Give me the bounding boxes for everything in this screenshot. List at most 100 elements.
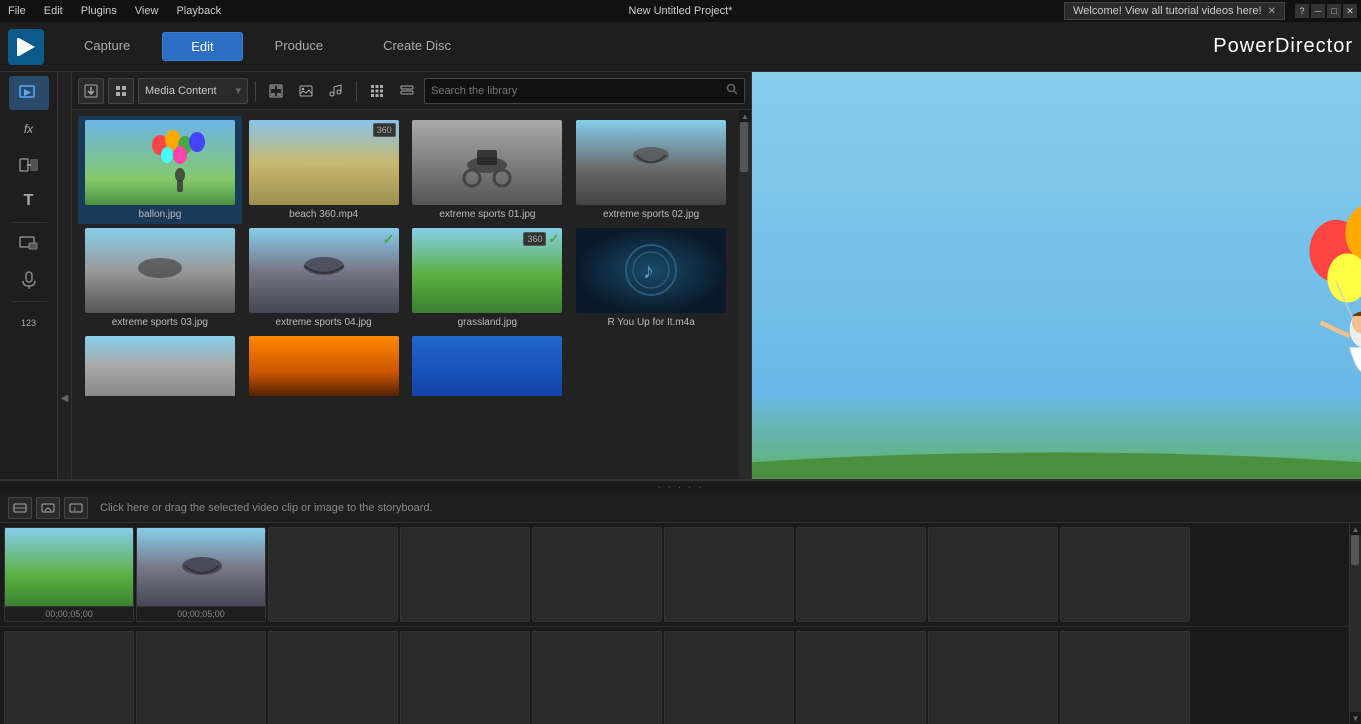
storyboard-cell[interactable] bbox=[136, 631, 266, 724]
storyboard-tracks-area: 00;00;05;00 bbox=[0, 523, 1361, 724]
minimize-button[interactable]: ─ bbox=[1311, 4, 1325, 18]
close-window-button[interactable]: ✕ bbox=[1343, 4, 1357, 18]
welcome-banner: Welcome! View all tutorial videos here! … bbox=[1064, 2, 1285, 20]
app-title: PowerDirector bbox=[1213, 35, 1353, 58]
welcome-close-button[interactable]: ✕ bbox=[1268, 6, 1276, 17]
plugin-button[interactable] bbox=[108, 78, 134, 104]
tab-create-disc[interactable]: Create Disc bbox=[355, 32, 479, 61]
media-item-label: extreme sports 01.jpg bbox=[439, 209, 535, 220]
scroll-up-button[interactable]: ▲ bbox=[739, 110, 751, 122]
view-photo-button[interactable] bbox=[293, 78, 319, 104]
search-input[interactable] bbox=[431, 85, 722, 97]
media-item-label: extreme sports 03.jpg bbox=[112, 317, 208, 328]
storyboard-cell[interactable] bbox=[928, 527, 1058, 622]
title-right-area: Welcome! View all tutorial videos here! … bbox=[1064, 2, 1357, 20]
sb-scroll-track bbox=[1350, 535, 1361, 712]
resize-handle[interactable]: · · · · · bbox=[0, 481, 1361, 493]
storyboard-cell[interactable] bbox=[1060, 527, 1190, 622]
app-header: Capture Edit Produce Create Disc PowerDi… bbox=[0, 22, 1361, 72]
storyboard-cell[interactable] bbox=[664, 631, 794, 724]
list-item[interactable]: ♪ R You Up for It.m4a bbox=[569, 224, 733, 332]
sidebar-divider bbox=[11, 222, 47, 223]
storyboard-cell[interactable] bbox=[268, 631, 398, 724]
media-thumbnail bbox=[412, 120, 562, 205]
collapse-icon: ◀ bbox=[61, 393, 69, 404]
media-thumbnail bbox=[85, 120, 235, 205]
list-item[interactable] bbox=[242, 332, 406, 425]
cell-timecode: 00;00;05;00 bbox=[5, 606, 133, 621]
storyboard-cell[interactable] bbox=[400, 527, 530, 622]
storyboard-cell[interactable]: 00;00;05;00 bbox=[136, 527, 266, 622]
menu-plugins[interactable]: Plugins bbox=[77, 3, 121, 19]
maximize-button[interactable]: □ bbox=[1327, 4, 1341, 18]
storyboard-cell[interactable] bbox=[400, 631, 530, 724]
media-thumbnail bbox=[85, 336, 235, 421]
tool-transitions[interactable] bbox=[9, 148, 49, 182]
media-thumbnail: 360 bbox=[249, 120, 399, 205]
storyboard-panel: · · · · · ♪ Click here or drag the selec… bbox=[0, 479, 1361, 724]
media-item-label: R You Up for It.m4a bbox=[607, 317, 694, 328]
storyboard-cell[interactable] bbox=[268, 527, 398, 622]
tab-capture[interactable]: Capture bbox=[56, 32, 158, 61]
list-item[interactable]: extreme sports 01.jpg bbox=[406, 116, 570, 224]
import-button[interactable] bbox=[78, 78, 104, 104]
media-item-label: beach 360.mp4 bbox=[289, 209, 358, 220]
menu-playback[interactable]: Playback bbox=[172, 3, 225, 19]
view-all-button[interactable] bbox=[263, 78, 289, 104]
chapters-icon: 123 bbox=[21, 318, 36, 328]
storyboard-cell[interactable] bbox=[532, 527, 662, 622]
list-item[interactable]: extreme sports 03.jpg bbox=[78, 224, 242, 332]
storyboard-track-1: 00;00;05;00 bbox=[0, 523, 1349, 627]
storyboard-cell[interactable] bbox=[4, 631, 134, 724]
storyboard-hint: Click here or drag the selected video cl… bbox=[100, 502, 433, 514]
storyboard-cell[interactable] bbox=[796, 631, 926, 724]
fx-icon: fx bbox=[24, 122, 33, 136]
storyboard-cell[interactable] bbox=[1060, 631, 1190, 724]
help-button[interactable]: ? bbox=[1295, 4, 1309, 18]
tab-edit[interactable]: Edit bbox=[162, 32, 242, 61]
list-item[interactable]: ✓ extreme sports 04.jpg bbox=[242, 224, 406, 332]
menu-edit[interactable]: Edit bbox=[40, 3, 67, 19]
badge-360: 360 bbox=[373, 123, 396, 137]
tool-media[interactable] bbox=[9, 76, 49, 110]
app-logo bbox=[8, 29, 44, 65]
list-item[interactable]: ballon.jpg bbox=[78, 116, 242, 224]
toolbar-separator2 bbox=[356, 81, 357, 101]
svg-text:♪: ♪ bbox=[73, 506, 77, 513]
storyboard-cell[interactable] bbox=[928, 631, 1058, 724]
tool-title[interactable]: T bbox=[9, 184, 49, 218]
list-item[interactable] bbox=[406, 332, 570, 425]
content-type-dropdown[interactable]: Media Content ▾ bbox=[138, 78, 248, 104]
media-thumbnail bbox=[85, 228, 235, 313]
menu-view[interactable]: View bbox=[131, 3, 163, 19]
storyboard-btn-3[interactable]: ♪ bbox=[64, 497, 88, 519]
tool-pip[interactable] bbox=[9, 227, 49, 261]
scroll-thumb[interactable] bbox=[740, 122, 748, 172]
view-music-button[interactable] bbox=[323, 78, 349, 104]
tab-produce[interactable]: Produce bbox=[247, 32, 351, 61]
storyboard-btn-2[interactable] bbox=[36, 497, 60, 519]
tool-voice[interactable] bbox=[9, 263, 49, 297]
sb-scroll-thumb[interactable] bbox=[1351, 535, 1359, 565]
media-item-label: extreme sports 04.jpg bbox=[276, 317, 372, 328]
window-controls: ? ─ □ ✕ bbox=[1295, 4, 1357, 18]
list-item[interactable]: 360 ✓ grassland.jpg bbox=[406, 224, 570, 332]
grid-view-button[interactable] bbox=[364, 78, 390, 104]
sb-scroll-up[interactable]: ▲ bbox=[1350, 523, 1361, 535]
list-item[interactable]: extreme sports 02.jpg bbox=[569, 116, 733, 224]
dropdown-arrow-icon: ▾ bbox=[235, 84, 241, 97]
storyboard-btn-1[interactable] bbox=[8, 497, 32, 519]
nav-tabs: Capture Edit Produce Create Disc bbox=[56, 32, 1213, 61]
storyboard-cell[interactable] bbox=[796, 527, 926, 622]
list-item[interactable]: 360 beach 360.mp4 bbox=[242, 116, 406, 224]
sb-scroll-down[interactable]: ▼ bbox=[1350, 712, 1361, 724]
tool-chapters[interactable]: 123 bbox=[9, 306, 49, 340]
storyboard-cell[interactable]: 00;00;05;00 bbox=[4, 527, 134, 622]
tool-fx[interactable]: fx bbox=[9, 112, 49, 146]
menu-file[interactable]: File bbox=[4, 3, 30, 19]
storyboard-track-2 bbox=[0, 627, 1349, 724]
storyboard-cell[interactable] bbox=[664, 527, 794, 622]
list-view-button[interactable] bbox=[394, 78, 420, 104]
list-item[interactable] bbox=[78, 332, 242, 425]
storyboard-cell[interactable] bbox=[532, 631, 662, 724]
